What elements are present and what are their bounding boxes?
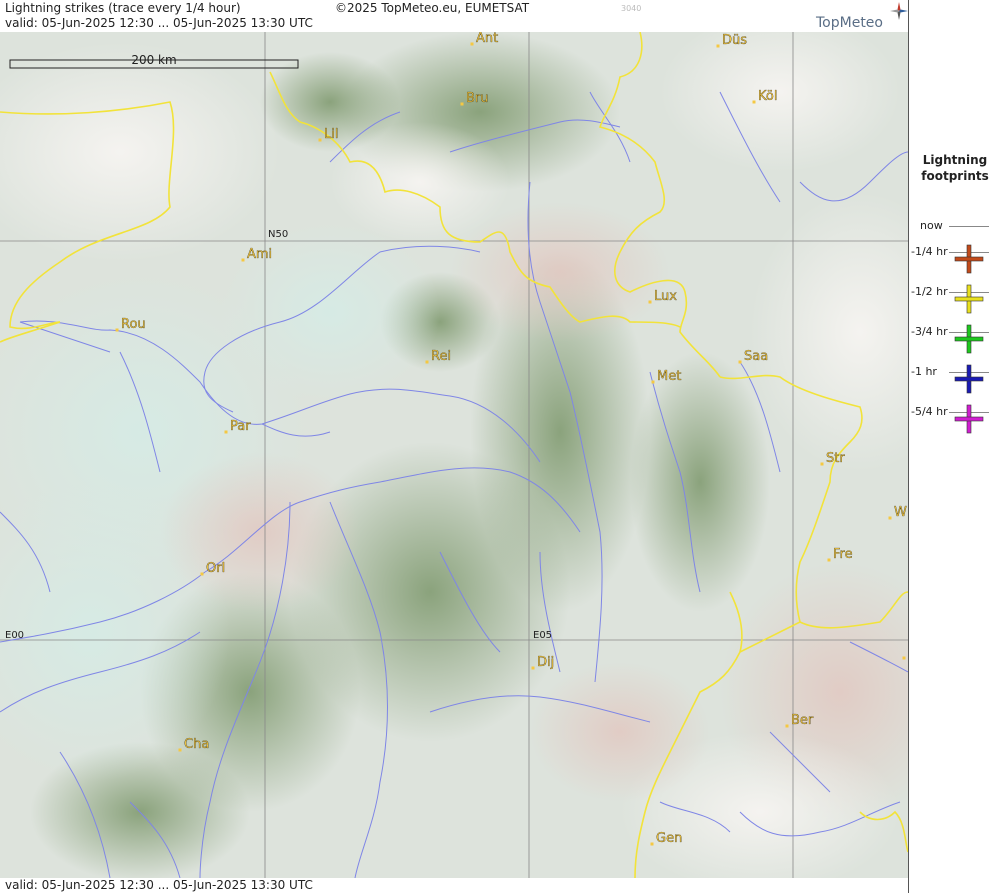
city-label: Bru: [466, 91, 489, 106]
city-dot: [827, 558, 831, 562]
map-footer: valid: 05-Jun-2025 12:30 ... 05-Jun-2025…: [0, 878, 908, 893]
city-label: Ant: [476, 32, 498, 46]
grid-label-n50: N50: [268, 229, 288, 240]
grid-label-e00: E00: [5, 630, 24, 641]
satellite-map[interactable]: 200 km N50 E00 E05 Ant Düs Köl Bru Lil Ami Rou…: [0, 32, 908, 878]
city-label: Cha: [184, 737, 209, 752]
city-dot: [716, 44, 720, 48]
city-dot: [178, 748, 182, 752]
legend-title: Lightning footprints: [909, 152, 1000, 184]
footer-valid-time: valid: 05-Jun-2025 12:30 ... 05-Jun-2025…: [5, 878, 313, 892]
city-dot: [785, 724, 789, 728]
city-label: Köl: [758, 89, 777, 104]
city-marker: Gen: [650, 831, 682, 846]
legend-item-label: -3/4 hr: [911, 325, 948, 338]
legend-separator: [949, 226, 989, 227]
legend-item-label: -1 hr: [911, 365, 937, 378]
brand-logo-text[interactable]: TopMeteo: [816, 15, 883, 31]
legend-title-line1: Lightning: [922, 153, 988, 167]
city-label: Lil: [324, 127, 338, 142]
city-dot: [200, 572, 204, 576]
city-dot: [820, 462, 824, 466]
city-label: Saa: [744, 349, 768, 364]
copyright-text: ©2025 TopMeteo.eu, EUMETSAT: [335, 1, 530, 15]
city-dot: [318, 138, 322, 142]
city-label: Orl: [206, 561, 225, 576]
city-dot: [241, 258, 245, 262]
city-dot: [651, 380, 655, 384]
map-title: Lightning strikes (trace every 1/4 hour): [5, 1, 241, 15]
lightning-legend: Lightning footprints now -1/4 hr -1/2 hr -3…: [908, 0, 1000, 893]
legend-item-label: -5/4 hr: [911, 405, 948, 418]
map-header: Lightning strikes (trace every 1/4 hour)…: [0, 0, 908, 32]
city-label: Düs: [722, 33, 747, 48]
city-dot: [648, 300, 652, 304]
grid-label-e05: E05: [533, 630, 552, 641]
city-label: Ami: [247, 247, 272, 262]
lightning-cross-icon: [954, 284, 984, 314]
city-label: Lux: [654, 289, 677, 304]
legend-item-label: -1/4 hr: [911, 245, 948, 258]
compass-icon: [890, 2, 908, 20]
city-label: Dij: [537, 655, 554, 670]
city-label: W: [894, 505, 907, 520]
city-dot: [888, 516, 892, 520]
city-marker: Ami: [241, 247, 272, 262]
city-dot: [115, 328, 119, 332]
city-marker: Düs: [716, 33, 747, 48]
city-dot: [460, 102, 464, 106]
city-dot: [650, 842, 654, 846]
city-label: Gen: [656, 831, 682, 846]
city-label: Rou: [121, 317, 146, 332]
city-marker: Cha: [178, 737, 209, 752]
valid-time: valid: 05-Jun-2025 12:30 ... 05-Jun-2025…: [5, 16, 313, 30]
city-label: Par: [230, 419, 251, 434]
legend-title-line2: footprints: [921, 169, 989, 183]
product-code: 3040: [621, 4, 642, 13]
legend-item-label: now: [920, 219, 943, 232]
city-dot: [902, 656, 906, 660]
lightning-cross-icon: [954, 244, 984, 274]
city-label: Str: [826, 451, 845, 466]
city-dot: [752, 100, 756, 104]
city-label: Rei: [431, 349, 451, 364]
city-dot: [470, 42, 474, 46]
city-marker: Rou: [115, 317, 146, 332]
lightning-cross-icon: [954, 364, 984, 394]
city-label: Met: [657, 369, 681, 384]
city-label: Fre: [833, 547, 853, 562]
scale-label: 200 km: [131, 53, 176, 67]
city-dot: [425, 360, 429, 364]
city-label: Ber: [791, 713, 814, 728]
city-dot: [224, 430, 228, 434]
legend-item-label: -1/2 hr: [911, 285, 948, 298]
city-dot: [738, 360, 742, 364]
city-dot: [531, 666, 535, 670]
lightning-cross-icon: [954, 324, 984, 354]
lightning-cross-icon: [954, 404, 984, 434]
